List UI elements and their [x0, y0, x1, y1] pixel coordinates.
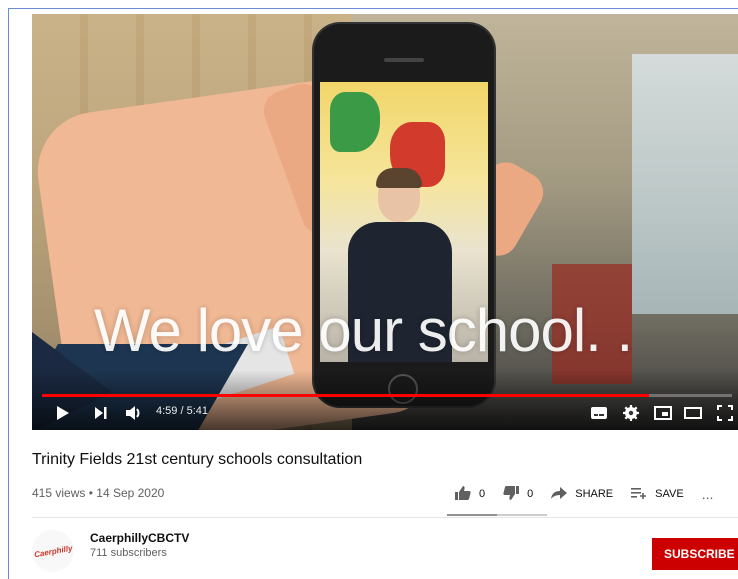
settings-icon[interactable]: [620, 402, 642, 424]
share-icon: [551, 486, 568, 502]
more-icon[interactable]: ...: [702, 486, 714, 502]
volume-icon[interactable]: [122, 402, 146, 424]
channel-logo: Caerphilly: [33, 543, 73, 559]
theater-icon[interactable]: [682, 402, 704, 424]
view-count: 415 views: [32, 486, 86, 500]
divider: [32, 517, 738, 518]
share-label: SHARE: [575, 488, 614, 500]
thumbs-up-icon: [455, 485, 471, 503]
like-ratio-fill: [447, 514, 497, 516]
dislike-count: 0: [527, 488, 534, 500]
time-display: 4:59 / 5:41: [156, 405, 208, 417]
next-icon[interactable]: [90, 402, 112, 424]
video-meta: 415 views • 14 Sep 2020: [32, 486, 164, 500]
subscribe-button[interactable]: SUBSCRIBE: [652, 538, 738, 570]
meta-separator: •: [88, 486, 93, 500]
video-caption-text: We love our school. .: [94, 297, 633, 364]
fullscreen-icon[interactable]: [714, 402, 736, 424]
subscriber-count: 711 subscribers: [90, 547, 167, 559]
share-button[interactable]: SHARE: [551, 486, 613, 502]
like-count: 0: [479, 488, 486, 500]
thumbs-down-icon: [503, 485, 520, 503]
video-actions: 0 0 SHARE SAVE ...: [455, 484, 713, 504]
progress-bar[interactable]: [42, 394, 732, 397]
publish-date: 14 Sep 2020: [96, 486, 165, 500]
green-handprint: [330, 92, 380, 152]
save-button[interactable]: SAVE: [631, 486, 684, 502]
like-button[interactable]: 0: [455, 485, 486, 503]
channel-name[interactable]: CaerphillyCBCTV: [90, 531, 189, 545]
miniplayer-icon[interactable]: [652, 402, 674, 424]
background-window: [632, 54, 738, 314]
video-title: Trinity Fields 21st century schools cons…: [32, 451, 363, 468]
save-label: SAVE: [655, 488, 684, 500]
more-label: ...: [701, 486, 714, 502]
like-dislike-ratio-bar: [447, 514, 547, 516]
channel-avatar[interactable]: Caerphilly: [32, 530, 74, 572]
dislike-button[interactable]: 0: [503, 485, 534, 503]
phone-speaker: [384, 58, 424, 62]
boy-figure-hair: [376, 168, 422, 188]
play-icon[interactable]: [52, 402, 74, 424]
subtitles-icon[interactable]: [588, 402, 610, 424]
progress-bar-fill: [42, 394, 649, 397]
video-player[interactable]: We love our school. . 4:59 / 5:41: [32, 14, 738, 430]
save-playlist-icon: [631, 486, 647, 502]
